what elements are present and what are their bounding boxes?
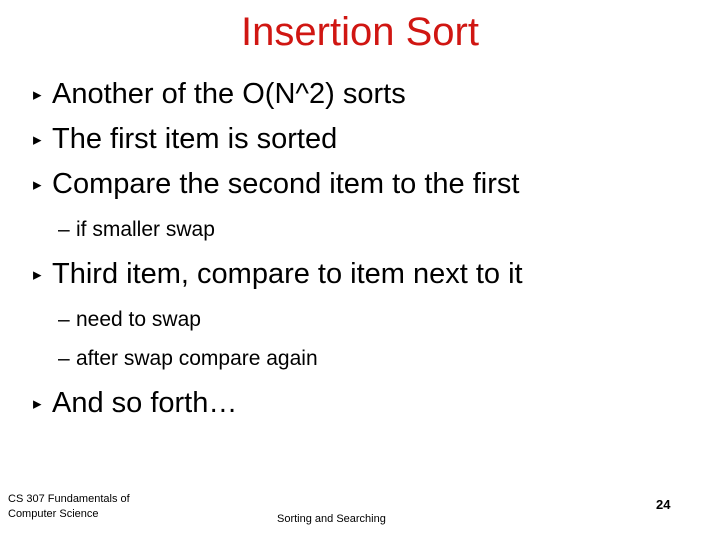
sub-list-item-label: if smaller swap <box>76 218 215 241</box>
slide-body-list: ▸ Another of the O(N^2) sorts ▸ The firs… <box>0 72 720 426</box>
dash-bullet-icon: – <box>58 218 70 241</box>
list-item-label: The first item is sorted <box>52 123 338 155</box>
sub-list-item: – need to swap <box>0 300 720 339</box>
triangle-bullet-icon: ▸ <box>33 265 42 284</box>
list-item-label: Compare the second item to the first <box>52 168 520 200</box>
sub-list-item-label: need to swap <box>76 308 201 331</box>
list-item: ▸ Compare the second item to the first <box>0 162 720 207</box>
triangle-bullet-icon: ▸ <box>33 85 42 104</box>
footer-course-label: CS 307 Fundamentals of Computer Science <box>8 493 130 520</box>
sub-list-item: – if smaller swap <box>0 210 720 249</box>
list-item: ▸ And so forth… <box>0 381 720 426</box>
page-title: Insertion Sort <box>241 10 479 54</box>
triangle-bullet-icon: ▸ <box>33 175 42 194</box>
dash-bullet-icon: – <box>58 308 70 331</box>
footer-topic-label: Sorting and Searching <box>277 513 386 525</box>
triangle-bullet-icon: ▸ <box>33 394 42 413</box>
footer-page-number: 24 <box>656 497 671 512</box>
dash-bullet-icon: – <box>58 347 70 370</box>
list-item: ▸ Another of the O(N^2) sorts <box>0 72 720 117</box>
sub-list-item: – after swap compare again <box>0 339 720 378</box>
list-item-label: And so forth… <box>52 387 238 419</box>
triangle-bullet-icon: ▸ <box>33 130 42 149</box>
sub-list-item-label: after swap compare again <box>76 347 318 370</box>
list-item-label: Another of the O(N^2) sorts <box>52 78 406 110</box>
list-item: ▸ Third item, compare to item next to it <box>0 252 720 297</box>
slide: Insertion Sort ▸ Another of the O(N^2) s… <box>0 0 720 540</box>
list-item: ▸ The first item is sorted <box>0 117 720 162</box>
list-item-label: Third item, compare to item next to it <box>52 258 523 290</box>
